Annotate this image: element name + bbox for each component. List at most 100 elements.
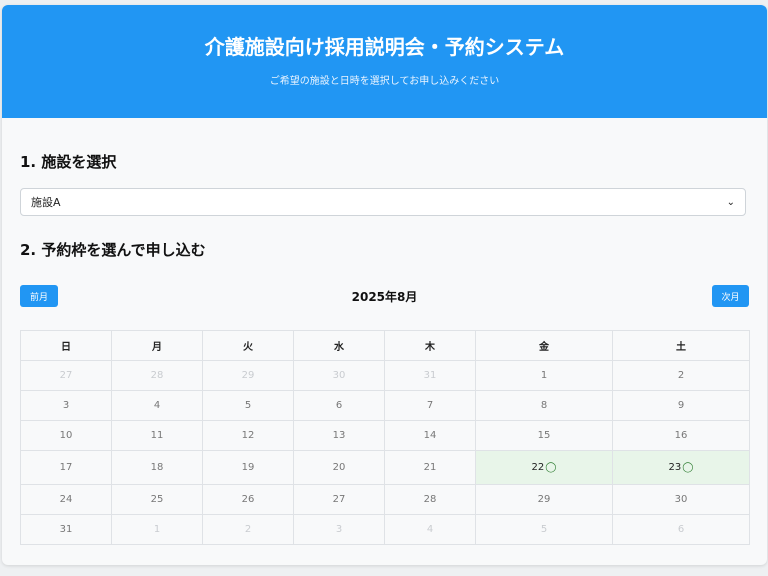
- day-number: 19: [241, 462, 255, 473]
- day-number: 5: [540, 524, 548, 535]
- calendar-day: 20: [293, 450, 385, 485]
- step2-title: 2. 予約枠を選んで申し込む: [20, 241, 206, 259]
- day-number: 21: [423, 462, 437, 473]
- day-number: 30: [332, 370, 346, 381]
- day-number: 29: [537, 494, 551, 505]
- calendar-day: 7: [384, 390, 476, 421]
- day-number: 6: [335, 400, 343, 411]
- day-number: 25: [150, 494, 164, 505]
- calendar-day: 9: [612, 390, 750, 421]
- day-number: 3: [62, 400, 70, 411]
- calendar-day-available[interactable]: 22◯: [475, 450, 613, 485]
- calendar-day: 2: [202, 514, 294, 545]
- day-number: 23: [668, 462, 682, 473]
- day-number: 10: [59, 430, 73, 441]
- day-number: 29: [241, 370, 255, 381]
- day-number: 12: [241, 430, 255, 441]
- weekday-header: 木: [384, 330, 476, 361]
- availability-mark-icon: ◯: [682, 462, 694, 473]
- weekday-header: 金: [475, 330, 613, 361]
- day-number: 16: [674, 430, 688, 441]
- calendar-day: 27: [293, 484, 385, 515]
- calendar-day: 15: [475, 420, 613, 451]
- day-number: 15: [537, 430, 551, 441]
- page-header: 介護施設向け採用説明会・予約システム ご希望の施設と日時を選択してお申し込みくだ…: [2, 5, 767, 118]
- availability-mark-icon: ◯: [545, 462, 557, 473]
- calendar-day: 29: [475, 484, 613, 515]
- day-number: 18: [150, 462, 164, 473]
- calendar-week-row: 31 1 2 3 4 5 6: [20, 514, 750, 545]
- day-number: 1: [153, 524, 161, 535]
- calendar-day: 29: [202, 360, 294, 391]
- next-month-button[interactable]: 次月: [712, 285, 749, 307]
- calendar-day: 10: [20, 420, 112, 451]
- calendar-day: 18: [111, 450, 203, 485]
- weekday-header: 水: [293, 330, 385, 361]
- calendar-day: 5: [475, 514, 613, 545]
- day-number: 6: [677, 524, 685, 535]
- calendar-day: 28: [384, 484, 476, 515]
- main-card: 介護施設向け採用説明会・予約システム ご希望の施設と日時を選択してお申し込みくだ…: [2, 5, 767, 565]
- calendar-day: 19: [202, 450, 294, 485]
- facility-select-value: 施設A: [31, 196, 61, 209]
- calendar-day-available[interactable]: 23◯: [612, 450, 750, 485]
- day-number: 4: [426, 524, 434, 535]
- day-number: 17: [59, 462, 73, 473]
- day-number: 31: [423, 370, 437, 381]
- day-number: 28: [423, 494, 437, 505]
- day-number: 27: [59, 370, 73, 381]
- day-number: 31: [59, 524, 73, 535]
- page-subtitle: ご希望の施設と日時を選択してお申し込みください: [269, 76, 500, 87]
- calendar-day: 11: [111, 420, 203, 451]
- day-number: 3: [335, 524, 343, 535]
- calendar-day: 27: [20, 360, 112, 391]
- calendar-day: 2: [612, 360, 750, 391]
- calendar-day: 24: [20, 484, 112, 515]
- day-number: 2: [244, 524, 252, 535]
- calendar-day: 14: [384, 420, 476, 451]
- calendar-day: 17: [20, 450, 112, 485]
- calendar-day: 4: [111, 390, 203, 421]
- facility-select[interactable]: 施設A ⌄: [20, 188, 746, 216]
- page-title: 介護施設向け採用説明会・予約システム: [204, 35, 565, 59]
- calendar-day: 8: [475, 390, 613, 421]
- calendar-day: 4: [384, 514, 476, 545]
- weekday-header-row: 日月火水木金土: [20, 330, 750, 361]
- calendar-grid: 日月火水木金土 27 28 29 30 31 1 2 3 4 5 6 7 8 9 10 11 12 13 14 15 1…: [20, 330, 750, 545]
- calendar-day: 6: [293, 390, 385, 421]
- calendar-day: 1: [111, 514, 203, 545]
- weekday-header: 土: [612, 330, 750, 361]
- calendar-week-row: 24 25 26 27 28 29 30: [20, 484, 750, 515]
- calendar-day: 31: [20, 514, 112, 545]
- day-number: 1: [540, 370, 548, 381]
- calendar-day: 26: [202, 484, 294, 515]
- day-number: 20: [332, 462, 346, 473]
- month-label: 2025年8月: [351, 290, 418, 304]
- day-number: 27: [332, 494, 346, 505]
- day-number: 4: [153, 400, 161, 411]
- calendar-day: 13: [293, 420, 385, 451]
- calendar-week-row: 3 4 5 6 7 8 9: [20, 390, 750, 421]
- weekday-header: 日: [20, 330, 112, 361]
- calendar-day: 1: [475, 360, 613, 391]
- day-number: 8: [540, 400, 548, 411]
- day-number: 22: [531, 462, 545, 473]
- calendar-day: 30: [293, 360, 385, 391]
- calendar-day: 30: [612, 484, 750, 515]
- day-number: 14: [423, 430, 437, 441]
- step1-title: 1. 施設を選択: [20, 153, 117, 171]
- calendar-week-row: 10 11 12 13 14 15 16: [20, 420, 750, 451]
- calendar-day: 21: [384, 450, 476, 485]
- day-number: 24: [59, 494, 73, 505]
- day-number: 5: [244, 400, 252, 411]
- calendar-week-row: 27 28 29 30 31 1 2: [20, 360, 750, 391]
- day-number: 2: [677, 370, 685, 381]
- day-number: 13: [332, 430, 346, 441]
- day-number: 30: [674, 494, 688, 505]
- calendar-day: 3: [20, 390, 112, 421]
- day-number: 9: [677, 400, 685, 411]
- chevron-down-icon: ⌄: [726, 196, 735, 208]
- day-number: 11: [150, 430, 164, 441]
- calendar-day: 5: [202, 390, 294, 421]
- weekday-header: 火: [202, 330, 294, 361]
